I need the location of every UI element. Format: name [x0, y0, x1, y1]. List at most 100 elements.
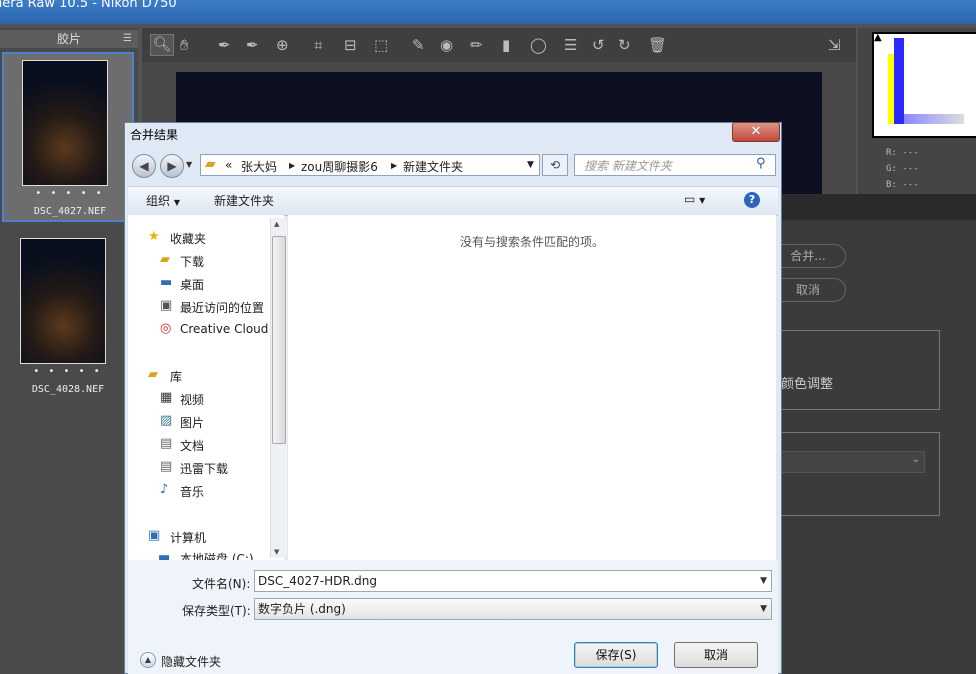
nav-item-thunder[interactable]: 迅雷下载 — [180, 460, 228, 477]
star-icon: ★ — [148, 229, 160, 244]
crop-icon[interactable]: ⌗ — [314, 36, 322, 54]
refresh-icon[interactable]: ⟲ — [542, 154, 568, 176]
zoom-icon[interactable]: 🔍︎ — [150, 34, 174, 56]
folder-icon: ▰ — [205, 156, 216, 172]
nav-clip: ▬ 本地磁盘 (C:) — [128, 549, 270, 560]
nav-item-desktop[interactable]: 桌面 — [180, 276, 204, 293]
nav-item-pictures[interactable]: 图片 — [180, 414, 204, 431]
chevron-up-icon[interactable]: ▲ — [140, 652, 156, 668]
computer-icon: ▣ — [148, 528, 161, 543]
nav-item-drive-c[interactable]: 本地磁盘 (C:) — [180, 550, 254, 560]
nav-item-recent[interactable]: 最近访问的位置 — [180, 299, 264, 316]
g-readout: G: --- — [886, 164, 919, 174]
filmstrip-item[interactable]: • • • • • DSC_4027.NEF — [2, 52, 134, 222]
navigation-pane — [128, 215, 284, 560]
filename-label: 文件名(N): — [192, 577, 251, 591]
nav-item-music[interactable]: 音乐 — [180, 483, 204, 500]
back-button[interactable]: ◀ — [132, 154, 156, 178]
color-sampler-icon[interactable]: ✒ — [246, 36, 259, 54]
thunder-download-icon: ▤ — [160, 459, 173, 474]
forward-button[interactable]: ▶ — [160, 154, 184, 178]
filetype-select[interactable]: 数字负片 (.dng) ▼ — [254, 598, 772, 620]
hdr-preview-box: ⌄ — [770, 432, 940, 516]
white-balance-icon[interactable]: ✒ — [218, 36, 231, 54]
breadcrumb-separator-icon[interactable]: ▶ — [289, 161, 295, 170]
color-adjust-label: 颜色调整 — [781, 377, 834, 392]
graduated-filter-icon[interactable]: ▮ — [502, 36, 510, 54]
chevron-down-icon[interactable]: ▼ — [760, 599, 767, 619]
menu-lines-icon[interactable]: ☰ — [123, 30, 132, 48]
nav-computer-header[interactable]: 计算机 — [170, 529, 206, 546]
clipping-warning-icon[interactable]: ▲ — [874, 32, 882, 43]
histogram-yellow-peak — [888, 54, 894, 124]
nav-favorites-header[interactable]: 收藏夹 — [170, 230, 206, 247]
breadcrumb-overflow[interactable]: « — [225, 158, 232, 172]
pictures-icon: ▨ — [160, 413, 173, 428]
breadcrumb-item[interactable]: 新建文件夹 — [403, 158, 463, 175]
search-icon[interactable]: ⚲ — [756, 156, 766, 171]
nav-item-downloads[interactable]: 下载 — [180, 253, 204, 270]
hdr-options-box: 颜色调整 — [770, 330, 940, 410]
hand-icon[interactable]: ✋︎ — [180, 36, 189, 54]
straighten-icon[interactable]: ⊟ — [344, 36, 357, 54]
cancel-button[interactable]: 取消 — [674, 642, 758, 668]
music-icon: ♪ — [160, 482, 169, 497]
close-button[interactable]: ✕ — [732, 122, 780, 142]
breadcrumb-separator-icon[interactable]: ▶ — [391, 161, 397, 170]
chevron-down-icon: ⌄ — [911, 454, 920, 465]
nav-scroll-thumb[interactable] — [272, 236, 286, 444]
b-readout: B: --- — [886, 180, 919, 190]
list-icon[interactable]: ☰ — [564, 36, 577, 54]
rating-stars[interactable]: • • • • • — [4, 188, 136, 199]
tool-bar: 🔍︎ ✋︎ ✒ ✒ ⊕ ⌗ ⊟ ⬚ ✎ ◉ ✏ ▮ ◯ ☰ ↺ ↻ 🗑︎ ⇲ — [142, 28, 856, 62]
target-adjust-icon[interactable]: ⊕ — [276, 36, 289, 54]
address-dropdown-icon[interactable]: ▼ — [527, 160, 534, 170]
creative-cloud-icon: ◎ — [160, 321, 172, 336]
filmstrip-item[interactable]: • • • • • DSC_4028.NEF — [2, 232, 134, 402]
thumbnail-filename: DSC_4027.NEF — [33, 206, 107, 217]
rating-stars[interactable]: • • • • • — [2, 366, 134, 377]
file-list[interactable] — [288, 215, 776, 560]
radial-filter-icon[interactable]: ◯ — [530, 36, 547, 54]
search-placeholder: 搜索 新建文件夹 — [584, 159, 672, 173]
hdr-dropdown[interactable]: ⌄ — [771, 451, 925, 473]
rotate-right-icon[interactable]: ↻ — [618, 36, 631, 54]
rotate-left-icon[interactable]: ↺ — [592, 36, 605, 54]
download-folder-icon: ▰ — [160, 252, 170, 267]
breadcrumb-item[interactable]: zou周聊摄影6 — [301, 158, 378, 175]
breadcrumb-item[interactable]: 张大妈 — [241, 158, 277, 175]
address-bar[interactable]: ▰ « 张大妈 ▶ zou周聊摄影6 ▶ 新建文件夹 ▼ — [200, 154, 540, 176]
new-folder-button[interactable]: 新建文件夹 — [214, 192, 274, 209]
app-title-bar: nera Raw 10.5 - Nikon D750 — [0, 0, 976, 24]
save-button[interactable]: 保存(S) — [574, 642, 658, 668]
fullscreen-icon[interactable]: ⇲ — [828, 36, 841, 54]
histogram-tail — [904, 114, 964, 124]
recent-places-icon: ▣ — [160, 298, 173, 313]
dialog-title: 合并结果 — [130, 128, 179, 142]
nav-libraries-header[interactable]: 库 — [170, 368, 182, 385]
history-dropdown-icon[interactable]: ▼ — [186, 160, 192, 169]
red-eye-icon[interactable]: ◉ — [440, 36, 453, 54]
scroll-down-icon[interactable]: ▼ — [274, 548, 279, 556]
filmstrip-header: 胶片 ☰ — [0, 30, 138, 48]
scroll-up-icon[interactable]: ▲ — [274, 220, 279, 228]
filetype-value: 数字负片 (.dng) — [258, 602, 346, 616]
help-icon[interactable]: ? — [744, 192, 760, 208]
nav-item-documents[interactable]: 文档 — [180, 437, 204, 454]
histogram-blue-peak — [894, 38, 904, 124]
empty-message: 没有与搜索条件匹配的项。 — [459, 235, 604, 249]
library-icon: ▰ — [148, 367, 158, 382]
hide-folders-toggle[interactable]: 隐藏文件夹 — [161, 653, 221, 670]
nav-item-videos[interactable]: 视频 — [180, 391, 204, 408]
histogram-graph: ▲ — [874, 32, 976, 136]
nav-item-creative-cloud[interactable]: Creative Cloud — [180, 322, 268, 336]
filename-field[interactable]: DSC_4027-HDR.dng ▼ — [254, 570, 772, 592]
adjustment-brush-icon[interactable]: ✏ — [470, 36, 483, 54]
view-options-icon[interactable]: ▭ ▼ — [684, 192, 705, 206]
transform-icon[interactable]: ⬚ — [374, 36, 388, 54]
chevron-down-icon[interactable]: ▼ — [760, 571, 767, 591]
trash-icon[interactable]: 🗑︎ — [648, 36, 667, 54]
spot-removal-icon[interactable]: ✎ — [412, 36, 425, 54]
documents-icon: ▤ — [160, 436, 173, 451]
organize-menu[interactable]: 组织 ▼ — [146, 192, 180, 209]
